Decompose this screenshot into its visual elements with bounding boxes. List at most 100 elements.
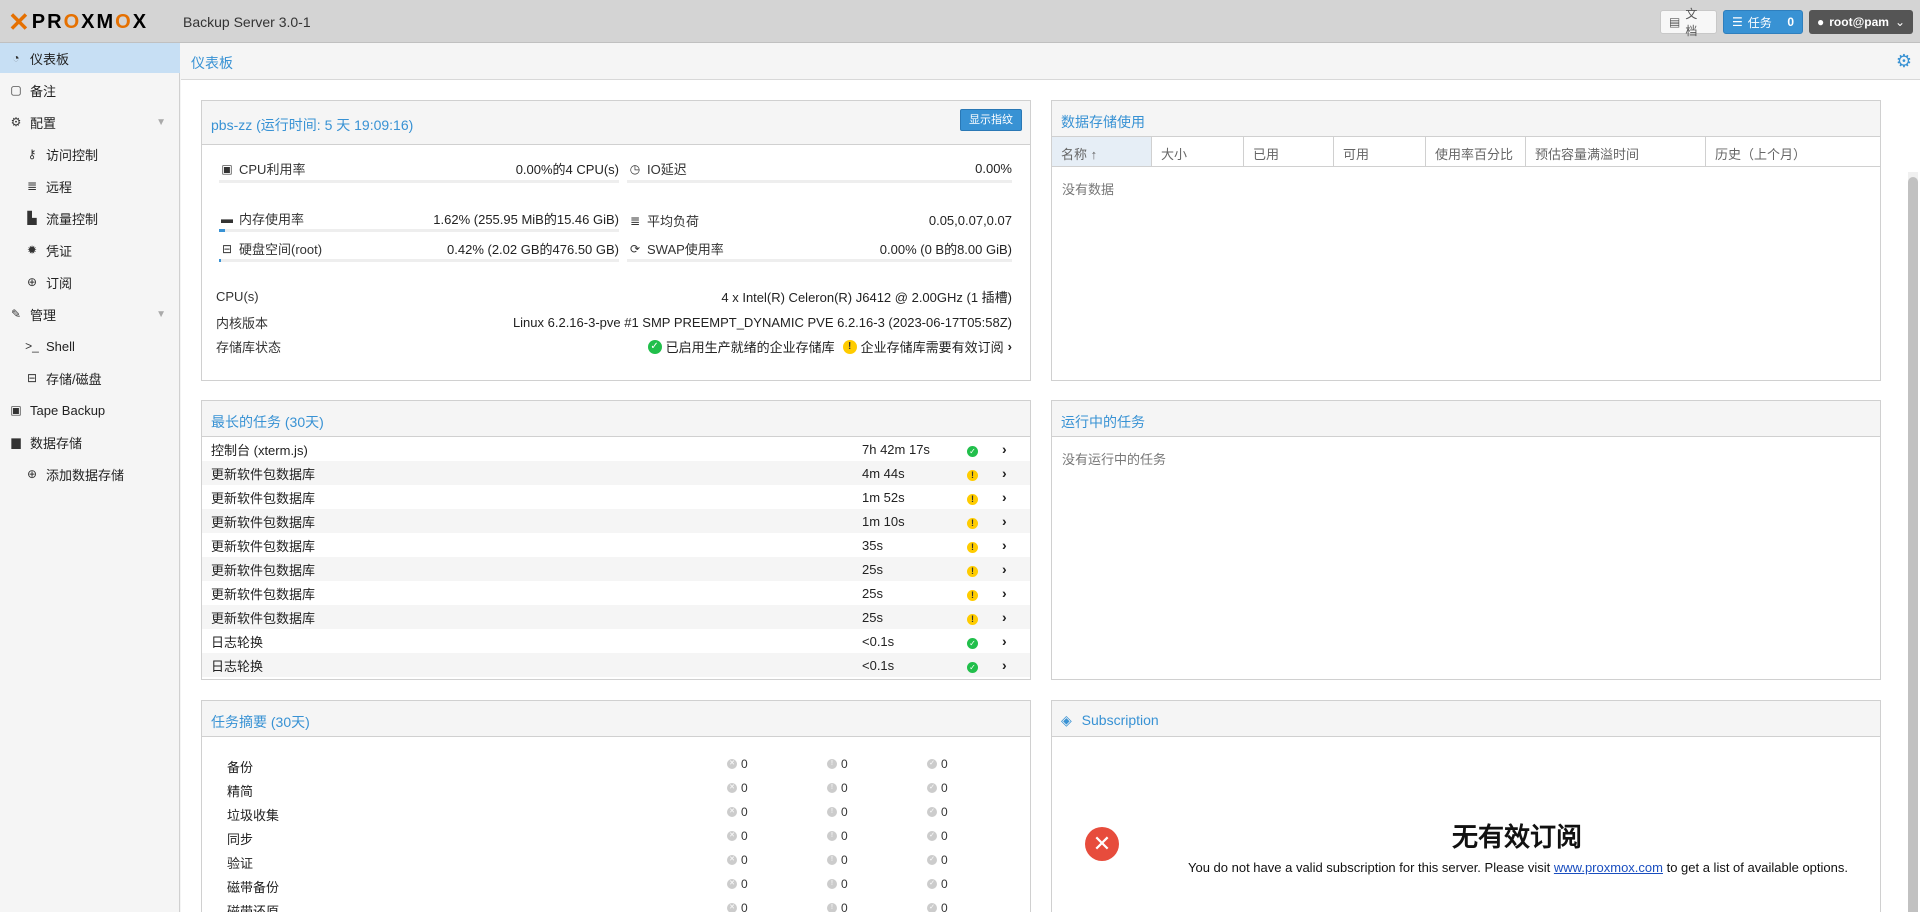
warning-count[interactable]: ! 0 xyxy=(827,829,848,843)
error-count[interactable]: ✕ 0 xyxy=(727,877,748,891)
error-icon: ✕ xyxy=(727,759,737,769)
proxmox-logo[interactable]: ✕ PROXMOX xyxy=(8,9,148,35)
table-row[interactable]: 更新软件包数据库 4m 44s! › xyxy=(202,461,1030,485)
sidebar-item-remotes[interactable]: ≣ 远程 xyxy=(0,171,180,201)
tasks-button[interactable]: ☰ 任务 0 xyxy=(1723,10,1803,34)
sidebar-item-storage-disks[interactable]: ⊟ 存储/磁盘 xyxy=(0,363,180,393)
table-row[interactable]: 日志轮换 <0.1s ✓ › xyxy=(202,629,1030,653)
sidebar-item-datastore[interactable]: ▆ 数据存储 xyxy=(0,427,180,457)
ok-count[interactable]: ✓ 0 xyxy=(927,781,948,795)
sidebar-item-traffic-control[interactable]: ▙ 流量控制 xyxy=(0,203,180,233)
chevron-right-icon[interactable]: › xyxy=(1008,339,1012,354)
subscription-panel: ◈ Subscription ✕ 无有效订阅 You do not have a… xyxy=(1051,700,1881,912)
disk-usage: ⊟ 硬盘空间(root) 0.42% (2.02 GB的476.50 GB) xyxy=(219,239,619,258)
column-header-usage-percent[interactable]: 使用率百分比 xyxy=(1426,137,1526,166)
kernel-version: 内核版本 Linux 6.2.16-3-pve #1 SMP PREEMPT_D… xyxy=(216,315,1012,331)
sidebar-item-notes[interactable]: ▢ 备注 xyxy=(0,75,180,105)
chevron-right-icon[interactable]: › xyxy=(1002,489,1007,505)
warning-count[interactable]: ! 0 xyxy=(827,877,848,891)
error-count[interactable]: ✕ 0 xyxy=(727,757,748,771)
table-row[interactable]: 更新软件包数据库 1m 10s! › xyxy=(202,509,1030,533)
chevron-down-icon[interactable]: ▼ xyxy=(156,117,166,128)
ok-count[interactable]: ✓ 0 xyxy=(927,877,948,891)
chevron-right-icon[interactable]: › xyxy=(1002,561,1007,577)
warning-count[interactable]: ! 0 xyxy=(827,781,848,795)
warning-icon: ! xyxy=(827,855,837,865)
warning-count[interactable]: ! 0 xyxy=(827,805,848,819)
vertical-scrollbar[interactable] xyxy=(1908,172,1918,912)
sidebar-item-add-datastore[interactable]: ⊕ 添加数据存储 xyxy=(0,459,180,489)
summary-row: 精简 ✕ 0 ! 0 ✓ 0 xyxy=(227,781,948,799)
chevron-right-icon[interactable]: › xyxy=(1002,657,1007,673)
sidebar-item-certificates[interactable]: ✹ 凭证 xyxy=(0,235,180,265)
table-row[interactable]: 更新软件包数据库 25s! › xyxy=(202,605,1030,629)
docs-button[interactable]: ▤ 文档 xyxy=(1660,7,1717,38)
ok-count[interactable]: ✓ 0 xyxy=(927,853,948,867)
warning-icon: ! xyxy=(967,613,978,625)
proxmox-link[interactable]: www.proxmox.com xyxy=(1554,860,1663,875)
error-icon: ✕ xyxy=(727,879,737,889)
check-circle-icon: ✓ xyxy=(927,855,937,865)
datastore-usage-panel: 数据存储使用 名称 ↑ 大小 已用 可用 使用率百分比 预估容量满溢时间 历史（… xyxy=(1051,100,1881,381)
chevron-right-icon[interactable]: › xyxy=(1002,465,1007,481)
error-count[interactable]: ✕ 0 xyxy=(727,901,748,912)
error-count[interactable]: ✕ 0 xyxy=(727,781,748,795)
refresh-icon: ⟳ xyxy=(629,241,641,256)
chart-icon: ▙ xyxy=(27,211,37,225)
table-row[interactable]: 控制台 (xterm.js) 7h 42m 17s ✓ › xyxy=(202,437,1030,461)
user-menu-button[interactable]: ● root@pam ⌄ xyxy=(1809,10,1913,34)
ok-count[interactable]: ✓ 0 xyxy=(927,757,948,771)
table-row[interactable]: 更新软件包数据库 25s! › xyxy=(202,557,1030,581)
error-count[interactable]: ✕ 0 xyxy=(727,829,748,843)
sidebar-item-dashboard[interactable]: ◔ 仪表板 xyxy=(0,43,180,73)
chevron-down-icon: ⌄ xyxy=(1894,15,1906,29)
column-header-name[interactable]: 名称 ↑ xyxy=(1052,137,1152,166)
warning-icon: ! xyxy=(967,565,978,577)
sidebar-item-configuration[interactable]: ⚙ 配置 ▼ xyxy=(0,107,180,137)
table-row[interactable]: 更新软件包数据库 25s! › xyxy=(202,581,1030,605)
column-header-available[interactable]: 可用 xyxy=(1334,137,1426,166)
warning-count[interactable]: ! 0 xyxy=(827,757,848,771)
sidebar-item-tape-backup[interactable]: ▣ Tape Backup xyxy=(0,395,180,425)
chevron-right-icon[interactable]: › xyxy=(1002,585,1007,601)
chevron-right-icon[interactable]: › xyxy=(1002,609,1007,625)
cpu-icon: ▣ xyxy=(221,161,233,176)
chevron-right-icon[interactable]: › xyxy=(1002,441,1007,457)
show-fingerprint-button[interactable]: 显示指纹 xyxy=(960,109,1022,131)
warning-count[interactable]: ! 0 xyxy=(827,901,848,912)
memory-icon: ▬ xyxy=(221,211,233,226)
table-row[interactable]: 更新软件包数据库 1m 52s! › xyxy=(202,485,1030,509)
chevron-right-icon[interactable]: › xyxy=(1002,513,1007,529)
error-circle-icon: ✕ xyxy=(1085,827,1119,861)
column-header-used[interactable]: 已用 xyxy=(1244,137,1334,166)
chevron-right-icon[interactable]: › xyxy=(1002,633,1007,649)
column-header-estimated-full[interactable]: 预估容量满溢时间 xyxy=(1526,137,1706,166)
ok-count[interactable]: ✓ 0 xyxy=(927,829,948,843)
server-icon: ≣ xyxy=(26,179,38,193)
table-row[interactable]: 日志轮换 <0.1s ✓ › xyxy=(202,653,1030,677)
chevron-down-icon[interactable]: ▼ xyxy=(156,309,166,320)
error-count[interactable]: ✕ 0 xyxy=(727,853,748,867)
sidebar-item-access-control[interactable]: ⚷ 访问控制 xyxy=(0,139,180,169)
check-circle-icon: ✓ xyxy=(647,339,662,354)
sidebar-item-shell[interactable]: >_ Shell xyxy=(0,331,180,361)
check-circle-icon: ✓ xyxy=(967,445,978,457)
summary-row: 磁带备份 ✕ 0 ! 0 ✓ 0 xyxy=(227,877,948,895)
user-icon: ● xyxy=(1817,15,1825,29)
sidebar-item-subscription[interactable]: ⊕ 订阅 xyxy=(0,267,180,297)
table-row[interactable]: 更新软件包数据库 35s! › xyxy=(202,533,1030,557)
column-header-size[interactable]: 大小 xyxy=(1152,137,1244,166)
gear-icon[interactable]: ⚙ xyxy=(1896,51,1912,72)
error-count[interactable]: ✕ 0 xyxy=(727,805,748,819)
error-icon: ✕ xyxy=(727,807,737,817)
chevron-right-icon[interactable]: › xyxy=(1002,537,1007,553)
ok-count[interactable]: ✓ 0 xyxy=(927,901,948,912)
column-header-history[interactable]: 历史（上个月） xyxy=(1706,137,1880,166)
ok-count[interactable]: ✓ 0 xyxy=(927,805,948,819)
wrench-icon: ✎ xyxy=(10,307,22,321)
warning-icon: ! xyxy=(967,493,978,505)
sidebar-item-administration[interactable]: ✎ 管理 ▼ xyxy=(0,299,180,329)
warning-count[interactable]: ! 0 xyxy=(827,853,848,867)
warning-icon: ! xyxy=(827,759,837,769)
summary-row: 备份 ✕ 0 ! 0 ✓ 0 xyxy=(227,757,948,775)
